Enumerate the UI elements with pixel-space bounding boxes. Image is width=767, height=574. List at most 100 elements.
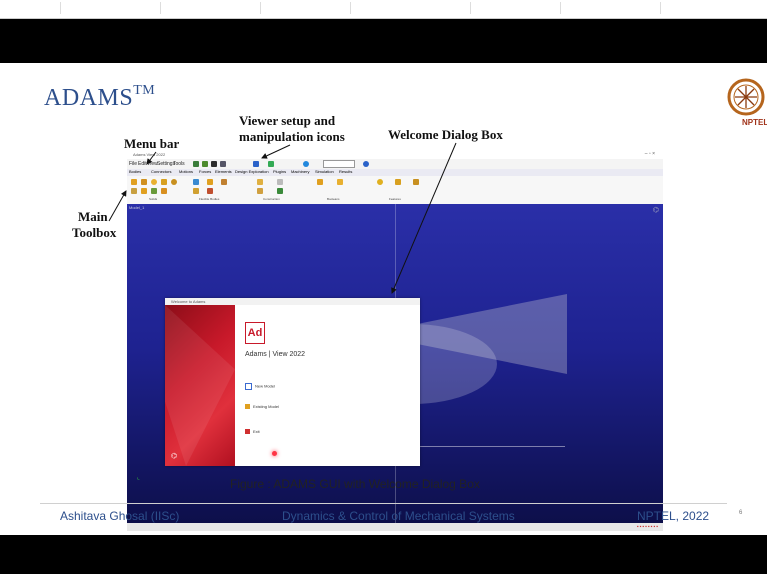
- search-input[interactable]: [323, 160, 355, 168]
- toolbox-icon[interactable]: [161, 188, 167, 194]
- help-icon[interactable]: [363, 161, 369, 167]
- toolbar-icon[interactable]: [253, 161, 259, 167]
- menu-item-edit[interactable]: Edit: [138, 161, 147, 167]
- tab-design-exploration[interactable]: Design Exploration: [235, 169, 269, 174]
- page-number: 6: [739, 510, 743, 516]
- slide: ADAMSTM NPTEL, IISc Menu bar Viewer setu…: [0, 63, 767, 535]
- search-icon[interactable]: [303, 161, 309, 167]
- status-bar: ▪▪▪▪▪▪▪▪: [127, 523, 663, 531]
- toolbox-icon[interactable]: [277, 179, 283, 185]
- tab-connectors[interactable]: Connectors: [151, 169, 171, 174]
- tab-simulation[interactable]: Simulation: [315, 169, 334, 174]
- toolbox-icon[interactable]: [377, 179, 383, 185]
- toolbox-icon[interactable]: [337, 179, 343, 185]
- toolbox-icon[interactable]: [221, 179, 227, 185]
- new-model-label: New Model: [255, 383, 276, 389]
- triad-icon: ⌞: [137, 475, 140, 481]
- toolbox-icon[interactable]: [207, 179, 213, 185]
- existing-model-label: Existing Model: [253, 404, 280, 409]
- exit-label: Exit: [253, 429, 260, 434]
- status-icons[interactable]: ▪▪▪▪▪▪▪▪: [637, 524, 659, 530]
- window-controls-icon[interactable]: – ▫ ×: [645, 151, 655, 157]
- toolbar-icon[interactable]: [268, 161, 274, 167]
- strip-divider: [470, 2, 471, 14]
- toolbox-icon[interactable]: [131, 179, 137, 185]
- annotation-viewer-line1: Viewer setup and: [239, 113, 336, 128]
- footer-author: Ashitava Ghosal (IISc): [60, 509, 180, 523]
- adams-watermark-icon: ⌬: [652, 207, 659, 214]
- toolbox-icon[interactable]: [151, 188, 157, 194]
- footer-divider: [40, 503, 727, 504]
- axis-line: [395, 446, 565, 447]
- adams-screenshot: Adams View 2022 – ▫ × File Edit View Set…: [127, 151, 663, 531]
- select-icon[interactable]: [211, 161, 217, 167]
- slide-title: ADAMSTM: [44, 83, 155, 112]
- toolbar-icon[interactable]: [193, 161, 199, 167]
- tab-motions[interactable]: Motions: [179, 169, 193, 174]
- group-label-booleans: Booleans: [327, 197, 340, 201]
- tab-bodies[interactable]: Bodies: [129, 169, 141, 174]
- toolbox-icon[interactable]: [257, 179, 263, 185]
- group-label-flexible: Flexible Bodies: [199, 197, 220, 201]
- figure-caption: Figure : ADAMS GUI with Welcome Dialog B…: [230, 477, 480, 491]
- strip-divider: [160, 2, 161, 14]
- annotation-main-line2: Toolbox: [72, 225, 117, 240]
- tab-plugins[interactable]: Plugins: [273, 169, 286, 174]
- folder-icon: [245, 404, 250, 410]
- dialog-title: Welcome to Adams: [171, 299, 206, 304]
- top-black-band: [0, 19, 767, 63]
- arrow-toolbox: [108, 190, 127, 222]
- strip-divider: [350, 2, 351, 14]
- menu-item-tools[interactable]: Tools: [173, 161, 185, 167]
- strip-divider: [560, 2, 561, 14]
- footer-course: Dynamics & Control of Mechanical Systems: [282, 509, 515, 523]
- annotation-welcome: Welcome Dialog Box: [388, 127, 503, 142]
- toolbox-icon[interactable]: [317, 179, 323, 185]
- tab-machinery[interactable]: Machinery: [291, 169, 309, 174]
- top-toolbar-strip: [0, 0, 767, 19]
- toolbox-icon[interactable]: [413, 179, 419, 185]
- slide-title-text: ADAMS: [44, 85, 134, 111]
- strip-divider: [60, 2, 61, 14]
- toolbox-icon[interactable]: [141, 188, 147, 194]
- toolbox-icon[interactable]: [277, 188, 283, 194]
- annotation-menu-bar: Menu bar: [124, 136, 180, 151]
- menu-bar: File Edit View Settings Tools: [127, 159, 663, 169]
- toolbox-icon[interactable]: [395, 179, 401, 185]
- exit-button[interactable]: Exit: [245, 429, 260, 435]
- welcome-dialog: Welcome to Adams ⌬ Ad Adams | View 2022 …: [165, 298, 420, 466]
- dialog-titlebar: Welcome to Adams: [165, 298, 420, 305]
- strip-divider: [260, 2, 261, 14]
- new-model-icon: [245, 383, 252, 390]
- tab-forces[interactable]: Forces: [199, 169, 211, 174]
- existing-model-button[interactable]: Existing Model: [245, 404, 280, 410]
- group-label-solids: Solids: [149, 197, 158, 201]
- bottom-black-band: [0, 535, 767, 574]
- toolbar-icon[interactable]: [220, 161, 226, 167]
- toolbox-icon[interactable]: [171, 179, 177, 185]
- toolbox-icon[interactable]: [257, 188, 263, 194]
- toolbox-icon[interactable]: [151, 179, 157, 185]
- group-label-features: Features: [389, 197, 401, 201]
- toolbox-icon[interactable]: [131, 188, 137, 194]
- toolbox-icon[interactable]: [161, 179, 167, 185]
- main-toolbox: Solids Flexible Bodies Construction Bool…: [127, 176, 663, 205]
- exit-icon: [245, 429, 250, 435]
- toolbox-icon[interactable]: [207, 188, 213, 194]
- annotation-main-line1: Main: [78, 209, 108, 224]
- tab-elements[interactable]: Elements: [215, 169, 232, 174]
- menu-item-file[interactable]: File: [129, 161, 137, 167]
- footer-nptel: NPTEL, 2022: [637, 509, 710, 523]
- group-label-construction: Construction: [263, 197, 280, 201]
- product-name: Adams | View 2022: [245, 351, 306, 358]
- toolbox-icon[interactable]: [193, 188, 199, 194]
- toolbox-icon[interactable]: [141, 179, 147, 185]
- new-model-button[interactable]: New Model: [245, 383, 275, 390]
- window-titlebar: Adams View 2022 – ▫ ×: [127, 151, 663, 159]
- adams-logo: Ad: [245, 322, 265, 344]
- strip-divider: [660, 2, 661, 14]
- logo-text: NPTEL, IISc: [742, 118, 767, 127]
- toolbar-icon[interactable]: [202, 161, 208, 167]
- tab-results[interactable]: Results: [339, 169, 352, 174]
- toolbox-icon[interactable]: [193, 179, 199, 185]
